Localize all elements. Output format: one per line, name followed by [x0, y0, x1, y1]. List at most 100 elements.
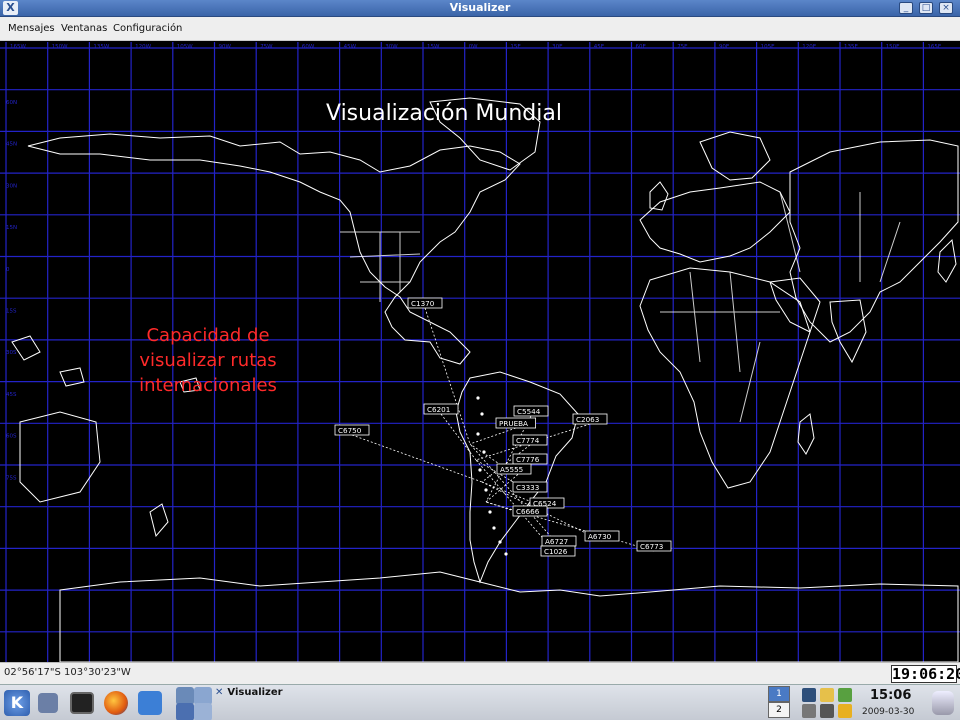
taskbar: K ✕ Visualizer 1 2 15:06 2009-03-30	[0, 684, 960, 720]
menu-mensajes[interactable]: Mensajes	[8, 23, 55, 34]
kmenu-icon[interactable]: K	[4, 690, 30, 716]
africa-coast	[639, 267, 811, 489]
flight-tag-label: C7774	[516, 436, 540, 445]
longitude-tick-label: 0W	[469, 44, 478, 50]
aircraft-marker	[480, 412, 484, 416]
longitude-tick-label: 105E	[761, 44, 775, 50]
longitude-tick-label: 135E	[844, 44, 858, 50]
longitude-tick-label: 105W	[177, 44, 193, 50]
task-label: Visualizer	[227, 687, 283, 698]
window-title: Visualizer	[449, 1, 511, 14]
world-map[interactable]: 165W 150W 135W 120W 105W 90W 75W 60W 45W 30W 15W 0W…	[0, 42, 960, 662]
flight-tag: C3333	[512, 481, 548, 493]
maximize-icon[interactable]: □	[919, 2, 933, 14]
terminal-icon[interactable]	[70, 692, 94, 714]
flight-tag-label: C5544	[517, 407, 541, 416]
australia-edge-coast	[19, 411, 101, 503]
desktop-pager[interactable]: 1 2	[768, 686, 792, 720]
flight-tag: C6773	[636, 540, 672, 552]
firefox-icon[interactable]	[104, 691, 128, 715]
longitude-tick-label: 60W	[302, 44, 315, 50]
longitude-tick-label: 90W	[219, 44, 232, 50]
longitude-tick-label: 15W	[427, 44, 440, 50]
file-manager-icon[interactable]	[138, 691, 162, 715]
network-icon[interactable]	[802, 704, 816, 718]
longitude-tick-label: 165W	[10, 44, 26, 50]
japan-coast	[937, 238, 957, 283]
quicklaunch-icon-4[interactable]	[194, 703, 212, 720]
task-visualizer[interactable]: ✕ Visualizer	[215, 687, 395, 703]
tools-icon[interactable]	[820, 704, 834, 718]
kde-x-task-icon: ✕	[215, 687, 224, 698]
longitude-tick-label: 30W	[385, 44, 398, 50]
taskbar-date: 2009-03-30	[862, 707, 915, 717]
asia-coast	[789, 139, 959, 343]
longitude-tick-label: 75E	[677, 44, 688, 50]
flight-tag: PRUEBA	[495, 417, 536, 429]
flight-tag-label: C3333	[516, 483, 539, 492]
lcd-clock: 19:06:20	[891, 665, 960, 683]
longitude-tick-label: 45W	[344, 44, 357, 50]
us-borders	[340, 231, 421, 302]
africa-borders	[660, 271, 780, 423]
map-title: Visualización Mundial	[326, 101, 562, 126]
flight-tag: C7774	[512, 434, 548, 446]
flight-route	[351, 434, 483, 483]
latitude-tick-label: 45S	[6, 392, 17, 398]
flight-tag: A5555	[496, 463, 532, 475]
klipper-icon[interactable]	[820, 688, 834, 702]
longitude-tick-label: 120E	[802, 44, 816, 50]
warning-icon[interactable]	[838, 704, 852, 718]
desktop-icon[interactable]	[38, 693, 58, 713]
longitude-tick-label: 120W	[135, 44, 151, 50]
india-coast	[829, 299, 867, 364]
aircraft-marker	[498, 540, 502, 544]
aircraft-marker	[488, 510, 492, 514]
quicklaunch-icon-3[interactable]	[176, 703, 194, 720]
close-icon[interactable]: ×	[939, 2, 953, 14]
taskbar-time[interactable]: 15:06	[870, 688, 911, 703]
flight-tag-label: C1026	[544, 547, 568, 556]
aircraft-marker	[482, 450, 486, 454]
storage-icon[interactable]	[932, 691, 954, 715]
flight-tag: C6666	[512, 505, 548, 517]
longitude-tick-label: 150E	[886, 44, 900, 50]
latitude-tick-label: 60S	[6, 434, 17, 440]
flight-tag-label: C1370	[411, 299, 435, 308]
flight-tag-label: PRUEBA	[499, 419, 528, 428]
flight-tag: A6727	[541, 535, 577, 547]
longitude-tick-label: 75W	[260, 44, 273, 50]
aircraft-marker	[492, 526, 496, 530]
menu-configuracion[interactable]: Configuración	[113, 23, 182, 34]
volume-icon[interactable]	[802, 688, 816, 702]
cursor-coordinates: 02°56'17"S 103°30'23"W	[4, 667, 131, 678]
flight-tag-label: A6730	[588, 532, 612, 541]
flight-tag: C1026	[540, 545, 576, 557]
statusbar: 02°56'17"S 103°30'23"W 19:06:20	[0, 662, 960, 684]
window-titlebar[interactable]: X Visualizer _ □ ×	[0, 0, 960, 17]
updater-icon[interactable]	[838, 688, 852, 702]
flight-tag-label: C2063	[576, 415, 599, 424]
flight-tag: C6201	[423, 403, 459, 415]
menu-ventanas[interactable]: Ventanas	[61, 23, 107, 34]
longitude-ticks: 165W 150W 135W 120W 105W 90W 75W 60W 45W 30W 15W 0W…	[10, 44, 942, 50]
madagascar-coast	[797, 413, 815, 455]
flight-route	[440, 413, 477, 461]
visualizer-app: X Visualizer _ □ × Mensajes Ventanas Con…	[0, 0, 960, 720]
minimize-icon[interactable]: _	[899, 2, 913, 14]
pager-desktop-1[interactable]: 1	[768, 686, 790, 702]
latitude-tick-label: 60N	[6, 100, 17, 106]
flight-tag-label: C7776	[516, 455, 540, 464]
flight-tag-label: A6727	[545, 537, 568, 546]
flight-tag: A6730	[584, 530, 620, 542]
flight-routes	[351, 307, 655, 557]
flight-tag-label: A5555	[500, 465, 523, 474]
flight-labels: C1370 C6201 C6750 C5544 PRUEBA C2063 C7774 C777…	[334, 297, 672, 557]
longitude-tick-label: 60E	[636, 44, 647, 50]
aircraft-marker	[476, 432, 480, 436]
longitude-tick-label: 15E	[510, 44, 521, 50]
flight-tag: C7776	[512, 453, 548, 465]
pager-desktop-2[interactable]: 2	[768, 702, 790, 718]
arabia-coast	[769, 277, 821, 333]
longitude-tick-label: 45E	[594, 44, 605, 50]
